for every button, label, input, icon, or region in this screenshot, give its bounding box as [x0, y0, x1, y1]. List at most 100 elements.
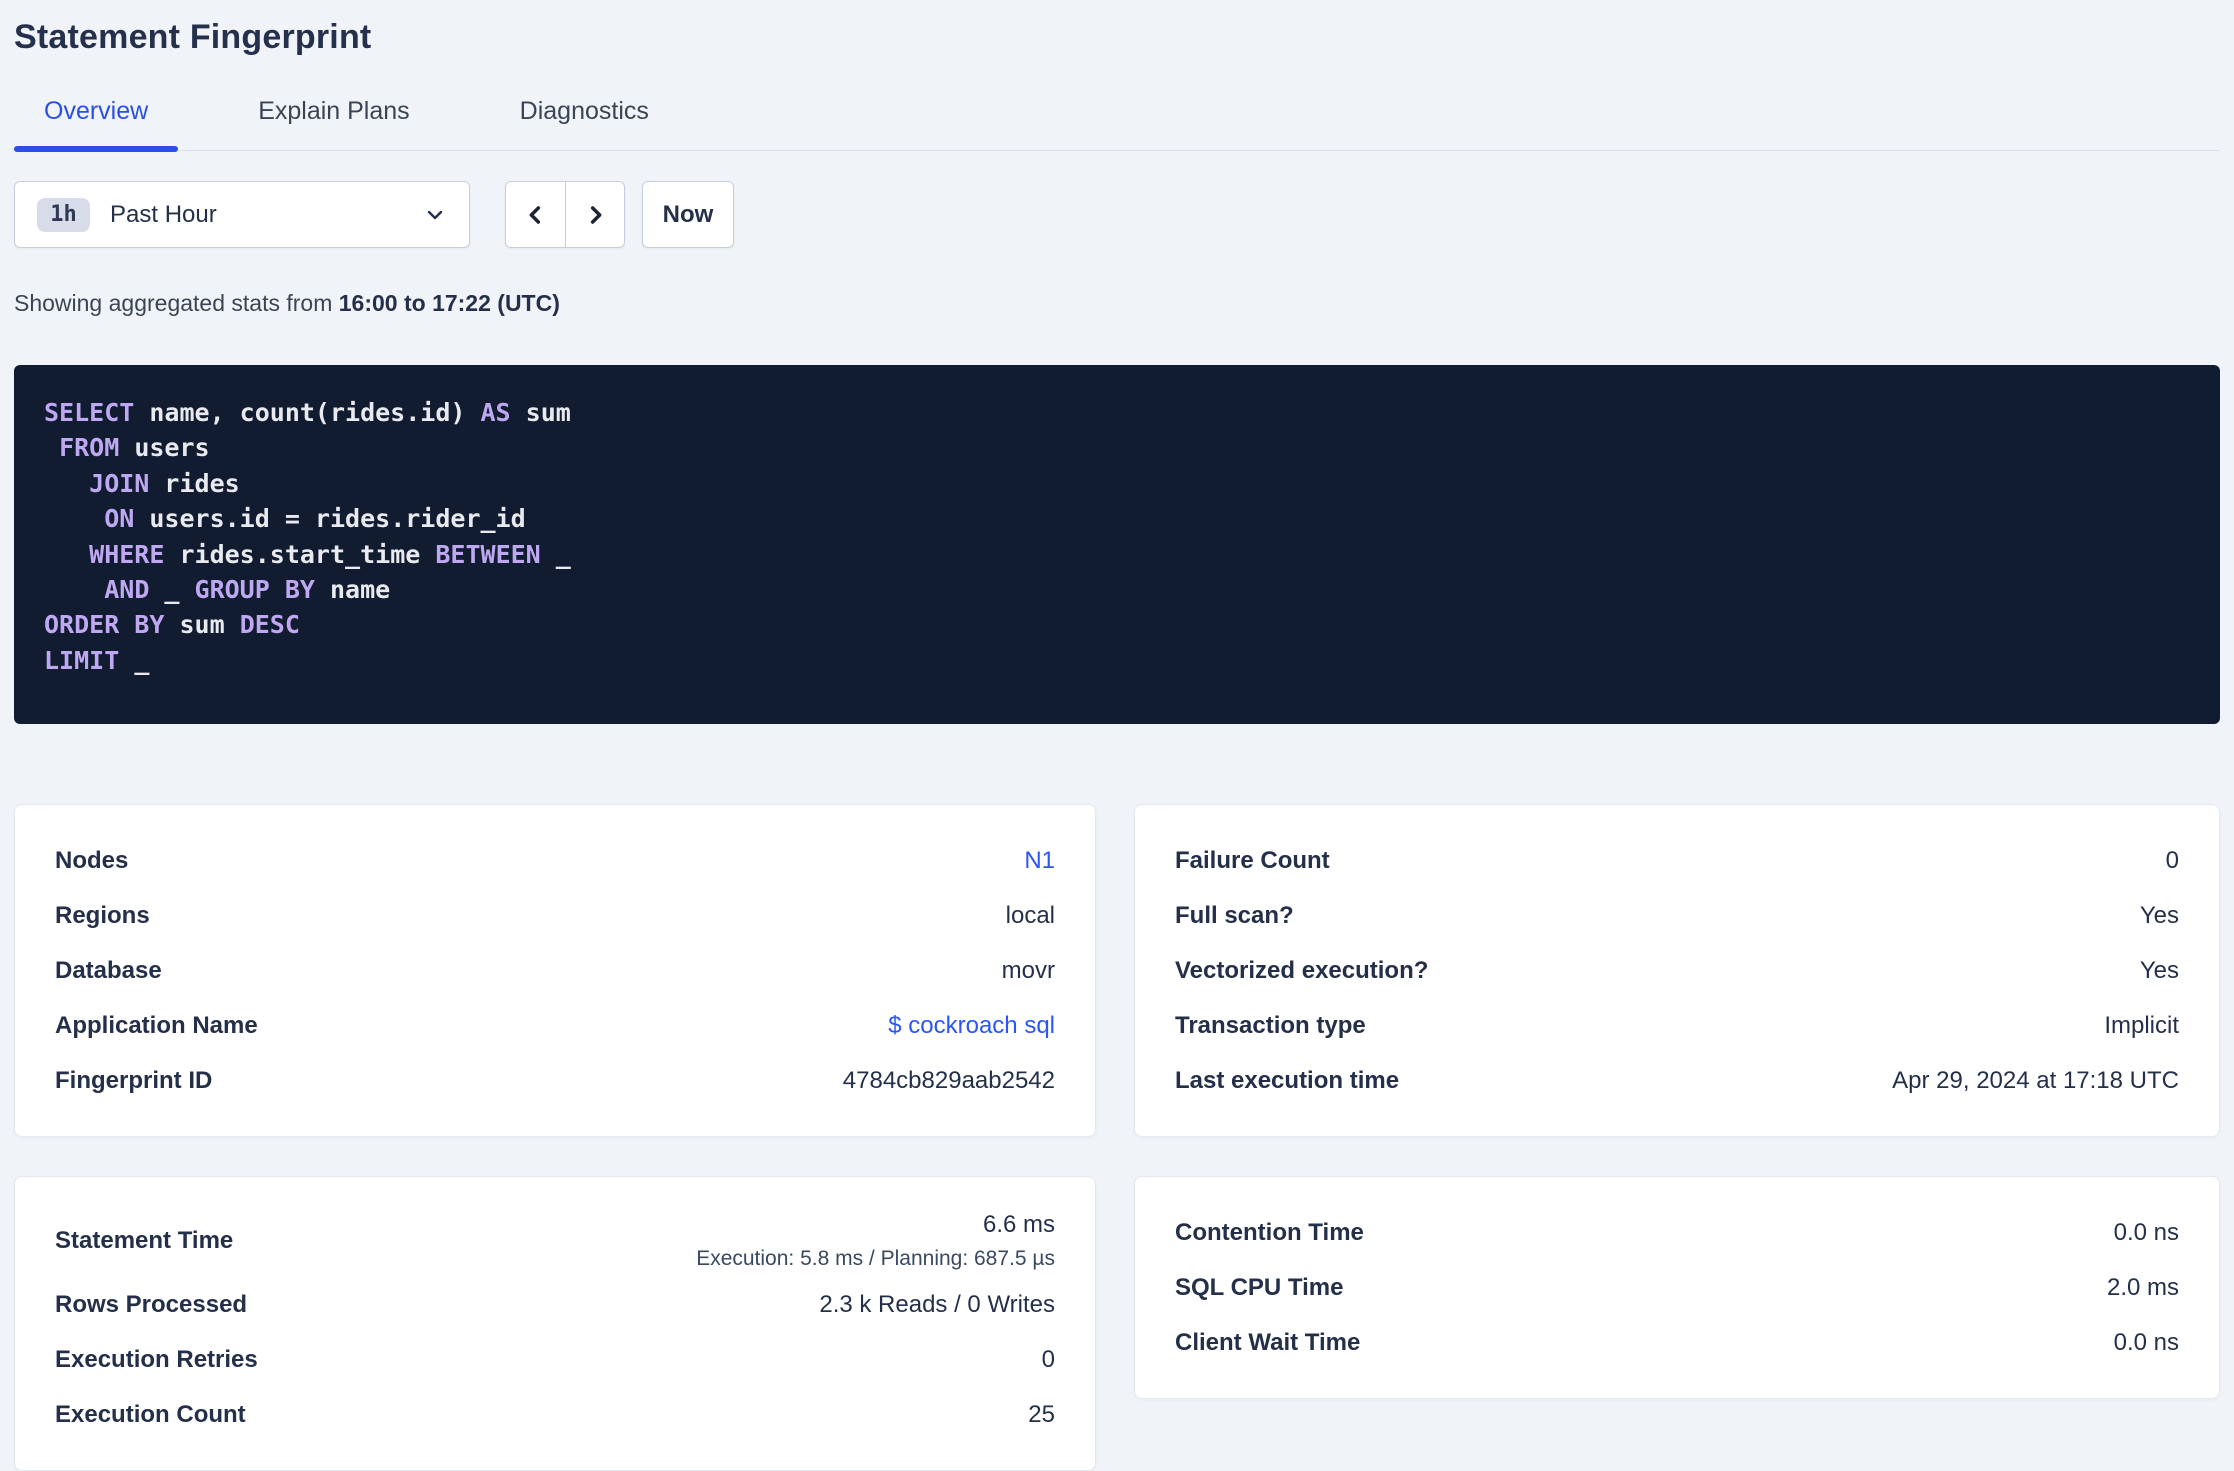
- stat-value: movr: [1001, 956, 1055, 984]
- sql-line: ORDER BY sum DESC: [44, 607, 2190, 642]
- time-range-dropdown[interactable]: 1h Past Hour: [14, 181, 470, 248]
- stat-value-group: Apr 29, 2024 at 17:18 UTC: [1892, 1061, 2179, 1101]
- stat-label: Database: [55, 956, 162, 984]
- stat-value: 25: [1028, 1400, 1055, 1428]
- stat-row: Regions local: [55, 888, 1055, 943]
- stat-label: Application Name: [55, 1011, 258, 1039]
- stat-label: Vectorized execution?: [1175, 956, 1429, 984]
- sql-line: AND _ GROUP BY name: [44, 572, 2190, 607]
- sql-token: _: [149, 575, 195, 605]
- stat-label: Fingerprint ID: [55, 1066, 213, 1094]
- aggregated-stats-line: Showing aggregated stats from 16:00 to 1…: [14, 290, 2220, 317]
- stat-value: 0.0 ns: [2113, 1328, 2179, 1356]
- stat-label: Execution Retries: [55, 1345, 258, 1373]
- stat-row: Failure Count 0: [1175, 833, 2179, 888]
- wait-times-card: Contention Time 0.0 ns SQL CPU Time 2.0 ms C…: [1134, 1176, 2220, 1400]
- sql-line: SELECT name, count(rides.id) AS sum: [44, 395, 2190, 430]
- tab-overview[interactable]: Overview: [14, 97, 179, 152]
- stat-row: Nodes N1: [55, 833, 1055, 888]
- stat-row: Client Wait Time 0.0 ns: [1175, 1315, 2179, 1370]
- statement-times-card: Statement Time 6.6 ms Execution: 5.8 ms / …: [14, 1176, 1096, 1471]
- sql-token: name, count(rides.id): [134, 398, 481, 427]
- tab-explain-plans[interactable]: Explain Plans: [228, 97, 439, 150]
- stat-value-group: 25: [1028, 1395, 1055, 1435]
- sql-token: sum: [164, 610, 240, 640]
- sql-token: rides.start_time: [164, 539, 436, 569]
- stat-row: Full scan? Yes: [1175, 888, 2179, 943]
- stat-value: 0: [1041, 1345, 1055, 1373]
- stat-row: SQL CPU Time 2.0 ms: [1175, 1260, 2179, 1315]
- stat-label: Failure Count: [1175, 846, 1330, 874]
- stat-label: Contention Time: [1175, 1218, 1364, 1246]
- stat-value: Apr 29, 2024 at 17:18 UTC: [1892, 1066, 2179, 1094]
- stat-value-link[interactable]: $ cockroach sql: [888, 1012, 1055, 1040]
- stat-label: Rows Processed: [55, 1290, 248, 1318]
- sql-line: FROM users: [44, 430, 2190, 465]
- sql-keyword: DESC: [239, 610, 300, 640]
- sql-keyword: ON: [104, 504, 135, 534]
- stat-value: 4784cb829aab2542: [842, 1066, 1055, 1094]
- stat-value: Implicit: [2104, 1011, 2179, 1039]
- stat-value: Yes: [2139, 901, 2179, 929]
- sql-token: _: [540, 539, 571, 569]
- prev-time-button[interactable]: [506, 182, 565, 247]
- sql-token: rides: [149, 468, 240, 498]
- stat-value: 2.0 ms: [2106, 1273, 2179, 1301]
- stat-row: Vectorized execution? Yes: [1175, 943, 2179, 998]
- next-time-button[interactable]: [565, 182, 624, 247]
- stat-row: Execution Count 25: [55, 1387, 1055, 1442]
- sql-keyword: ORDER BY: [44, 610, 165, 640]
- aggregated-stats-prefix: Showing aggregated stats from: [14, 290, 339, 316]
- stat-value-group: 2.3 k Reads / 0 Writes: [819, 1285, 1055, 1325]
- sql-token: sum: [510, 398, 571, 427]
- stat-value: 6.6 ms: [982, 1211, 1055, 1239]
- sql-line: WHERE rides.start_time BETWEEN _: [44, 537, 2190, 572]
- tab-diagnostics[interactable]: Diagnostics: [490, 97, 679, 150]
- time-range-badge: 1h: [37, 197, 90, 232]
- sql-token: users: [119, 433, 210, 463]
- sql-keyword: LIMIT: [44, 645, 120, 675]
- time-step-buttons: [505, 181, 625, 248]
- stat-row: Execution Retries 0: [55, 1332, 1055, 1387]
- sql-keyword: JOIN: [89, 468, 150, 498]
- sql-token: name: [314, 575, 391, 605]
- stat-value-group: Yes: [2140, 896, 2179, 936]
- stat-value-group: 0.0 ns: [2114, 1323, 2179, 1363]
- stats-cards: Nodes N1 Regions local Database movr Applicati…: [14, 804, 2220, 1471]
- chevron-down-icon: [423, 203, 447, 227]
- sql-keyword: AS: [480, 398, 511, 427]
- stat-row: Contention Time 0.0 ns: [1175, 1205, 2179, 1260]
- stat-label: Nodes: [55, 846, 129, 874]
- stat-value: 0.0 ns: [2113, 1218, 2179, 1246]
- stat-label: SQL CPU Time: [1175, 1273, 1344, 1301]
- now-button[interactable]: Now: [642, 181, 734, 248]
- page-title: Statement Fingerprint: [14, 18, 372, 56]
- stat-value: 2.3 k Reads / 0 Writes: [819, 1290, 1055, 1318]
- stat-value-link[interactable]: N1: [1024, 847, 1055, 875]
- stat-label: Transaction type: [1175, 1011, 1366, 1039]
- sql-keyword: FROM: [59, 433, 120, 463]
- sql-keyword: GROUP BY: [194, 575, 315, 605]
- stat-row: Transaction type Implicit: [1175, 998, 2179, 1053]
- stat-row: Database movr: [55, 943, 1055, 998]
- aggregated-stats-range: 16:00 to 17:22 (UTC): [338, 290, 560, 316]
- stat-value: 0: [2165, 846, 2179, 874]
- chevron-left-icon: [522, 201, 550, 229]
- sql-line: LIMIT _: [44, 643, 2190, 678]
- stat-value-group: local: [1006, 896, 1055, 936]
- stat-value-group: 0: [2166, 841, 2179, 881]
- stat-value-group: 2.0 ms: [2107, 1268, 2179, 1308]
- sql-token: _: [119, 645, 150, 675]
- stat-value-group: N1: [1024, 841, 1055, 881]
- stat-label: Client Wait Time: [1175, 1328, 1361, 1356]
- stat-row: Application Name $ cockroach sql: [55, 998, 1055, 1053]
- sql-token: users.id = rides.rider_id: [134, 504, 526, 534]
- stat-value: Yes: [2139, 956, 2179, 984]
- stat-value-group: Implicit: [2104, 1006, 2179, 1046]
- stat-value-group: 6.6 ms Execution: 5.8 ms / Planning: 687.…: [696, 1205, 1055, 1277]
- tab-bar: Overview Explain Plans Diagnostics: [14, 97, 2220, 152]
- stat-row: Rows Processed 2.3 k Reads / 0 Writes: [55, 1277, 1055, 1332]
